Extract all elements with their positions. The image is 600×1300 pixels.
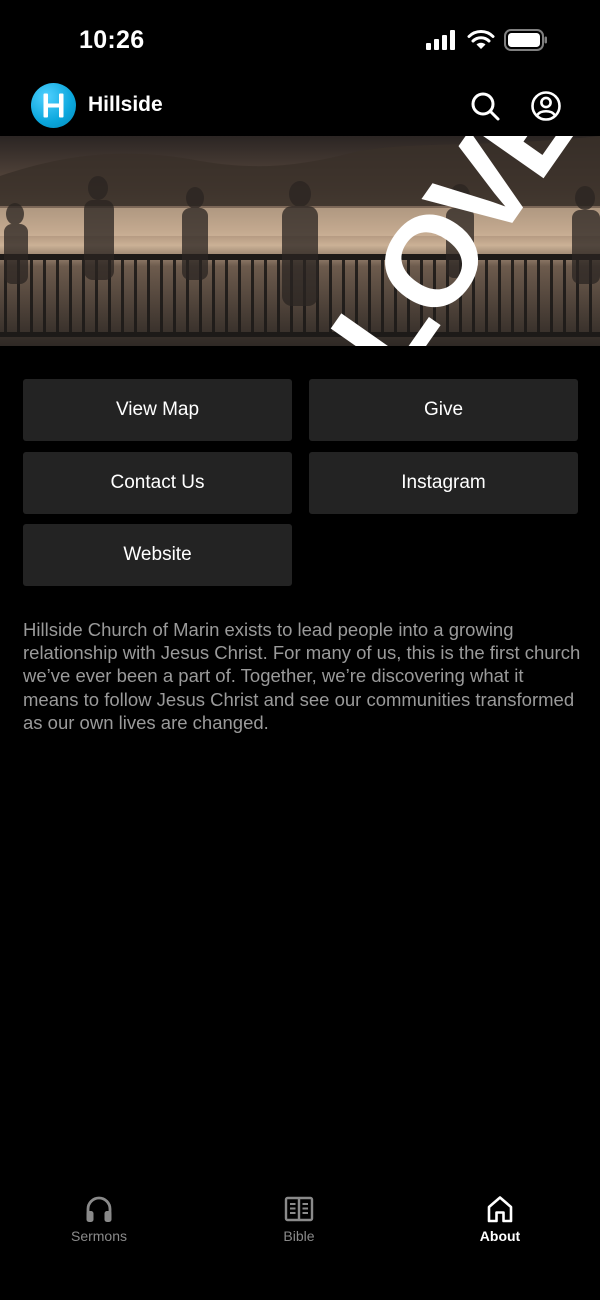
status-icons: [426, 29, 548, 51]
love-text: LOVE: [304, 136, 600, 346]
account-button[interactable]: [530, 90, 562, 122]
love-overlay: LOVE: [304, 136, 600, 346]
app-header: Hillside: [0, 80, 600, 136]
hillside-logo[interactable]: [31, 83, 76, 128]
status-time: 10:26: [79, 26, 145, 54]
status-bar: 10:26: [0, 0, 600, 80]
give-button[interactable]: Give: [309, 379, 578, 441]
tab-sermons[interactable]: Sermons: [39, 1194, 159, 1244]
account-icon: [531, 91, 561, 121]
contact-us-button[interactable]: Contact Us: [23, 452, 292, 514]
view-map-button[interactable]: View Map: [23, 379, 292, 441]
app-title: Hillside: [88, 93, 163, 116]
tab-label-about: About: [479, 1228, 521, 1244]
search-button[interactable]: [469, 90, 501, 122]
tab-label-bible: Bible: [283, 1228, 315, 1244]
open-book-icon: [284, 1196, 314, 1222]
headphones-icon: [86, 1196, 112, 1222]
tab-bible[interactable]: Bible: [239, 1194, 359, 1244]
instagram-button[interactable]: Instagram: [309, 452, 578, 514]
cellular-signal-icon: [426, 30, 455, 50]
about-description: Hillside Church of Marin exists to lead …: [23, 619, 581, 733]
wifi-icon: [467, 30, 495, 49]
tab-label-sermons: Sermons: [70, 1228, 128, 1244]
search-icon: [471, 92, 500, 121]
logo-h-icon: [43, 93, 64, 118]
tab-bar: Sermons Bible About: [0, 1180, 600, 1300]
tab-about[interactable]: About: [440, 1194, 560, 1244]
home-icon: [487, 1196, 513, 1223]
hero-image: LOVE: [0, 136, 600, 346]
website-button[interactable]: Website: [23, 524, 292, 586]
battery-icon: [504, 29, 547, 51]
